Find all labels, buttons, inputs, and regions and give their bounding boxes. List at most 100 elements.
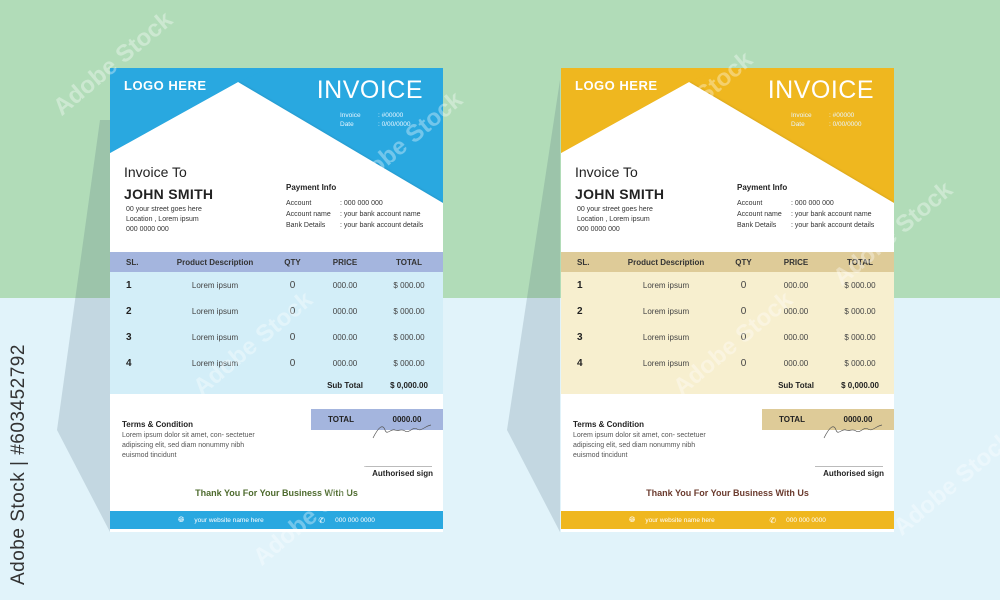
col-price: PRICE <box>783 257 809 267</box>
invoice-document-blue: LOGO HERE INVOICE Invoice: #00000 Date: … <box>110 68 443 532</box>
subtotal-label: Sub Total <box>778 380 814 390</box>
invoice-date-value: : 0/00/0000 <box>378 121 411 128</box>
address-line: 000 0000 000 <box>126 226 169 233</box>
cell-price: 000.00 <box>783 306 809 316</box>
address-line: 00 your street goes here <box>577 206 653 213</box>
cell-description: Lorem ipsum <box>191 306 239 316</box>
table-row: 4 Lorem ipsum 0 000.00 $ 000.00 <box>561 350 894 376</box>
table-row: 1 Lorem ipsum 0 000.00 $ 000.00 <box>561 272 894 298</box>
col-qty: QTY <box>284 257 301 267</box>
phone-icon: ✆ <box>769 515 777 525</box>
cell-total: $ 000.00 <box>844 332 876 342</box>
cell-price: 000.00 <box>783 332 809 342</box>
cell-price: 000.00 <box>332 332 358 342</box>
payment-info-title: Payment Info <box>737 183 788 192</box>
website-text[interactable]: your website name here <box>194 517 318 524</box>
invoice-to-label: Invoice To <box>575 164 638 180</box>
payment-label: Bank Details <box>286 222 326 229</box>
payment-label: Account <box>737 200 763 207</box>
cell-description: Lorem ipsum <box>191 280 239 290</box>
cell-sl: 3 <box>577 331 583 343</box>
cell-qty: 0 <box>289 331 296 343</box>
signature-icon <box>823 424 883 439</box>
invoice-meta: Invoice: #00000 Date: 0/00/0000 <box>791 111 862 129</box>
cell-total: $ 000.00 <box>393 358 425 368</box>
table-row: 4 Lorem ipsum 0 000.00 $ 000.00 <box>110 350 443 376</box>
thank-you-message: Thank You For Your Business With Us <box>195 488 358 498</box>
terms-title: Terms & Condition <box>122 420 193 429</box>
logo-placeholder: LOGO HERE <box>124 78 207 93</box>
phone-text[interactable]: 000 000 0000 <box>786 517 826 524</box>
payment-value: : your bank account details <box>340 222 424 229</box>
footer-bar: 🌐︎ your website name here ✆ 000 000 0000 <box>110 511 443 529</box>
cell-description: Lorem ipsum <box>191 358 239 368</box>
col-price: PRICE <box>332 257 358 267</box>
cell-description: Lorem ipsum <box>642 280 690 290</box>
terms-text: Lorem ipsum dolor sit amet, con- sectetu… <box>122 432 255 459</box>
subtotal-value: $ 0,000.00 <box>390 380 428 390</box>
thank-you-message: Thank You For Your Business With Us <box>646 488 809 498</box>
col-sl: SL. <box>126 257 139 267</box>
col-description: Product Description <box>627 257 705 267</box>
cell-qty: 0 <box>289 305 296 317</box>
stock-id-label: Adobe Stock | #603452792 <box>8 344 29 585</box>
payment-label: Bank Details <box>737 222 777 229</box>
items-table: SL. Product Description QTY PRICE TOTAL … <box>561 252 894 395</box>
invoice-meta: Invoice: #00000 Date: 0/00/0000 <box>340 111 411 129</box>
globe-icon: 🌐︎ <box>178 515 185 524</box>
payment-value: : 000 000 000 <box>791 200 834 207</box>
col-total: TOTAL <box>396 257 422 267</box>
cell-qty: 0 <box>740 357 747 369</box>
subtotal-row: Sub Total $ 0,000.00 <box>561 376 894 394</box>
subtotal-value: $ 0,000.00 <box>841 380 879 390</box>
invoice-date-label: Date <box>340 121 354 128</box>
cell-total: $ 000.00 <box>844 280 876 290</box>
cell-qty: 0 <box>740 279 747 291</box>
table-body: 1 Lorem ipsum 0 000.00 $ 000.00 2 Lorem ipsum… <box>110 272 443 394</box>
invoice-date-label: Date <box>791 121 805 128</box>
cell-price: 000.00 <box>783 358 809 368</box>
cell-sl: 2 <box>126 305 132 317</box>
payment-label: Account name <box>286 211 331 218</box>
website-text[interactable]: your website name here <box>645 517 769 524</box>
address-line: 00 your street goes here <box>126 206 202 213</box>
payment-value: : your bank account details <box>791 222 875 229</box>
cell-description: Lorem ipsum <box>191 332 239 342</box>
cell-qty: 0 <box>289 357 296 369</box>
col-total: TOTAL <box>847 257 873 267</box>
cell-sl: 1 <box>126 279 132 291</box>
cell-price: 000.00 <box>332 358 358 368</box>
cell-sl: 3 <box>126 331 132 343</box>
cell-total: $ 000.00 <box>393 306 425 316</box>
footer-bar: 🌐︎ your website name here ✆ 000 000 0000 <box>561 511 894 529</box>
payment-value: : your bank account name <box>340 211 421 218</box>
signature-line <box>364 466 432 467</box>
invoice-title: INVOICE <box>316 76 423 104</box>
invoice-number-value: : #00000 <box>378 112 404 119</box>
table-header: SL. Product Description QTY PRICE TOTAL <box>561 252 894 272</box>
authorised-sign-label: Authorised sign <box>372 469 433 478</box>
items-table: SL. Product Description QTY PRICE TOTAL … <box>110 252 443 395</box>
table-body: 1 Lorem ipsum 0 000.00 $ 000.00 2 Lorem ipsum… <box>561 272 894 394</box>
globe-icon: 🌐︎ <box>629 515 636 524</box>
cell-total: $ 000.00 <box>844 306 876 316</box>
address-line: 000 0000 000 <box>577 226 620 233</box>
payment-info-title: Payment Info <box>286 183 337 192</box>
cell-price: 000.00 <box>783 280 809 290</box>
address-line: Location , Lorem ipsum <box>126 216 199 223</box>
cell-total: $ 000.00 <box>393 280 425 290</box>
cell-qty: 0 <box>289 279 296 291</box>
invoice-date-value: : 0/00/0000 <box>829 121 862 128</box>
payment-label: Account <box>286 200 312 207</box>
terms-text: Lorem ipsum dolor sit amet, con- sectetu… <box>573 432 706 459</box>
phone-text[interactable]: 000 000 0000 <box>335 517 375 524</box>
cell-total: $ 000.00 <box>844 358 876 368</box>
payment-label: Account name <box>737 211 782 218</box>
logo-placeholder: LOGO HERE <box>575 78 658 93</box>
subtotal-label: Sub Total <box>327 380 363 390</box>
cell-qty: 0 <box>740 305 747 317</box>
col-sl: SL. <box>577 257 590 267</box>
table-row: 2 Lorem ipsum 0 000.00 $ 000.00 <box>561 298 894 324</box>
cell-price: 000.00 <box>332 306 358 316</box>
invoice-to-label: Invoice To <box>124 164 187 180</box>
